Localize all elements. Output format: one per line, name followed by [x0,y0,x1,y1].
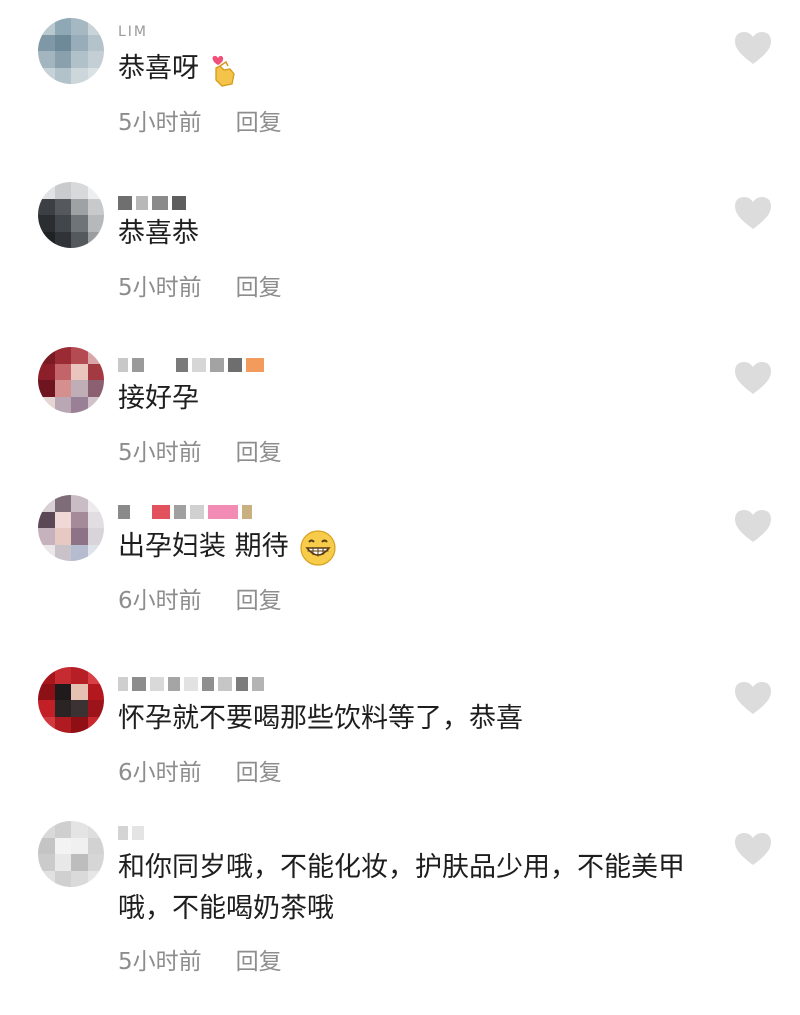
username-pixel [184,677,198,691]
avatar[interactable] [38,182,104,248]
comment-item: 怀孕就不要喝那些饮料等了，恭喜 6小时前 回复 [0,650,800,815]
username-label: LIM [118,24,149,40]
comment-item: 接好孕 5小时前 回复 [0,330,800,480]
comment-item: 和你同岁哦，不能化妆，护肤品少用，不能美甲哦，不能喝奶茶哦 5小时前 回复 [0,805,800,1010]
username-pixel [174,505,186,519]
reply-button[interactable]: 回复 [236,581,282,615]
timestamp: 5小时前 [118,110,202,136]
username-pixel [118,505,130,519]
username[interactable] [118,502,252,522]
avatar[interactable] [38,821,104,887]
username-pixel [118,826,128,840]
username[interactable]: LIM [118,22,148,42]
comment-text-content: 恭喜恭 [118,218,199,249]
timestamp: 5小时前 [118,275,202,301]
avatar[interactable] [38,495,104,561]
comment-meta: 6小时前 回复 [118,581,282,615]
timestamp: 6小时前 [118,588,202,614]
username[interactable] [118,674,264,694]
comment-text: 恭喜恭 [118,215,718,253]
comment-meta: 6小时前 回复 [118,753,282,787]
grin-emoji-icon [300,529,336,566]
username-pixel [190,505,204,519]
heart-outline-icon[interactable] [733,30,773,66]
username[interactable] [118,193,186,213]
username[interactable] [118,355,264,375]
username-pixel [132,677,146,691]
username-pixel [252,677,264,691]
reply-button[interactable]: 回复 [236,753,282,787]
comment-text-content: 和你同岁哦，不能化妆，护肤品少用，不能美甲哦，不能喝奶茶哦 [118,852,685,924]
username-pixel [218,677,232,691]
heart-outline-icon[interactable] [733,831,773,867]
username[interactable] [118,823,144,843]
avatar[interactable] [38,667,104,733]
comment-text: 怀孕就不要喝那些饮料等了，恭喜 [118,700,718,738]
username-pixel [210,358,224,372]
comment-text: 恭喜呀 [118,50,718,88]
username-pixel [132,826,144,840]
username-gap [134,505,148,519]
username-pixel [118,677,128,691]
reply-button[interactable]: 回复 [236,268,282,302]
comment-text-content: 接好孕 [118,383,199,414]
username-pixel [236,677,248,691]
comment-meta: 5小时前 回复 [118,268,282,302]
username-pixel [136,196,148,210]
username-pixel [176,358,188,372]
comment-meta: 5小时前 回复 [118,433,282,467]
reply-button[interactable]: 回复 [236,433,282,467]
timestamp: 5小时前 [118,440,202,466]
comment-item: 恭喜恭 5小时前 回复 [0,165,800,325]
heart-outline-icon[interactable] [733,508,773,544]
reply-button[interactable]: 回复 [236,103,282,137]
timestamp: 6小时前 [118,760,202,786]
comment-meta: 5小时前 回复 [118,942,282,976]
username-pixel [172,196,186,210]
username-pixel [192,358,206,372]
comment-text-content: 出孕妇装 期待 [118,531,289,562]
heart-hands-emoji-icon [212,55,235,87]
username-gap [148,358,172,372]
comment-text-content: 怀孕就不要喝那些饮料等了，恭喜 [118,703,523,734]
username-pixel [118,358,128,372]
username-pixel [118,196,132,210]
comment-text: 出孕妇装 期待 [118,528,718,567]
username-pixel [246,358,264,372]
username-pixel [168,677,180,691]
heart-outline-icon[interactable] [733,195,773,231]
comment-text-content: 恭喜呀 [118,53,199,84]
reply-button[interactable]: 回复 [236,942,282,976]
avatar[interactable] [38,18,104,84]
username-pixel [132,358,144,372]
heart-outline-icon[interactable] [733,360,773,396]
username-pixel [152,505,170,519]
username-pixel [208,505,238,519]
comment-text: 接好孕 [118,380,718,418]
username-pixel [202,677,214,691]
heart-outline-icon[interactable] [733,680,773,716]
username-pixel [228,358,242,372]
timestamp: 5小时前 [118,949,202,975]
comment-meta: 5小时前 回复 [118,103,282,137]
username-pixel [242,505,252,519]
comment-item: 出孕妇装 期待 6小时前 回复 [0,478,800,643]
comment-text: 和你同岁哦，不能化妆，护肤品少用，不能美甲哦，不能喝奶茶哦 [118,847,708,929]
avatar[interactable] [38,347,104,413]
username-pixel [150,677,164,691]
comment-item: LIM 恭喜呀 5小时前 回复 [0,0,800,160]
username-pixel [152,196,168,210]
